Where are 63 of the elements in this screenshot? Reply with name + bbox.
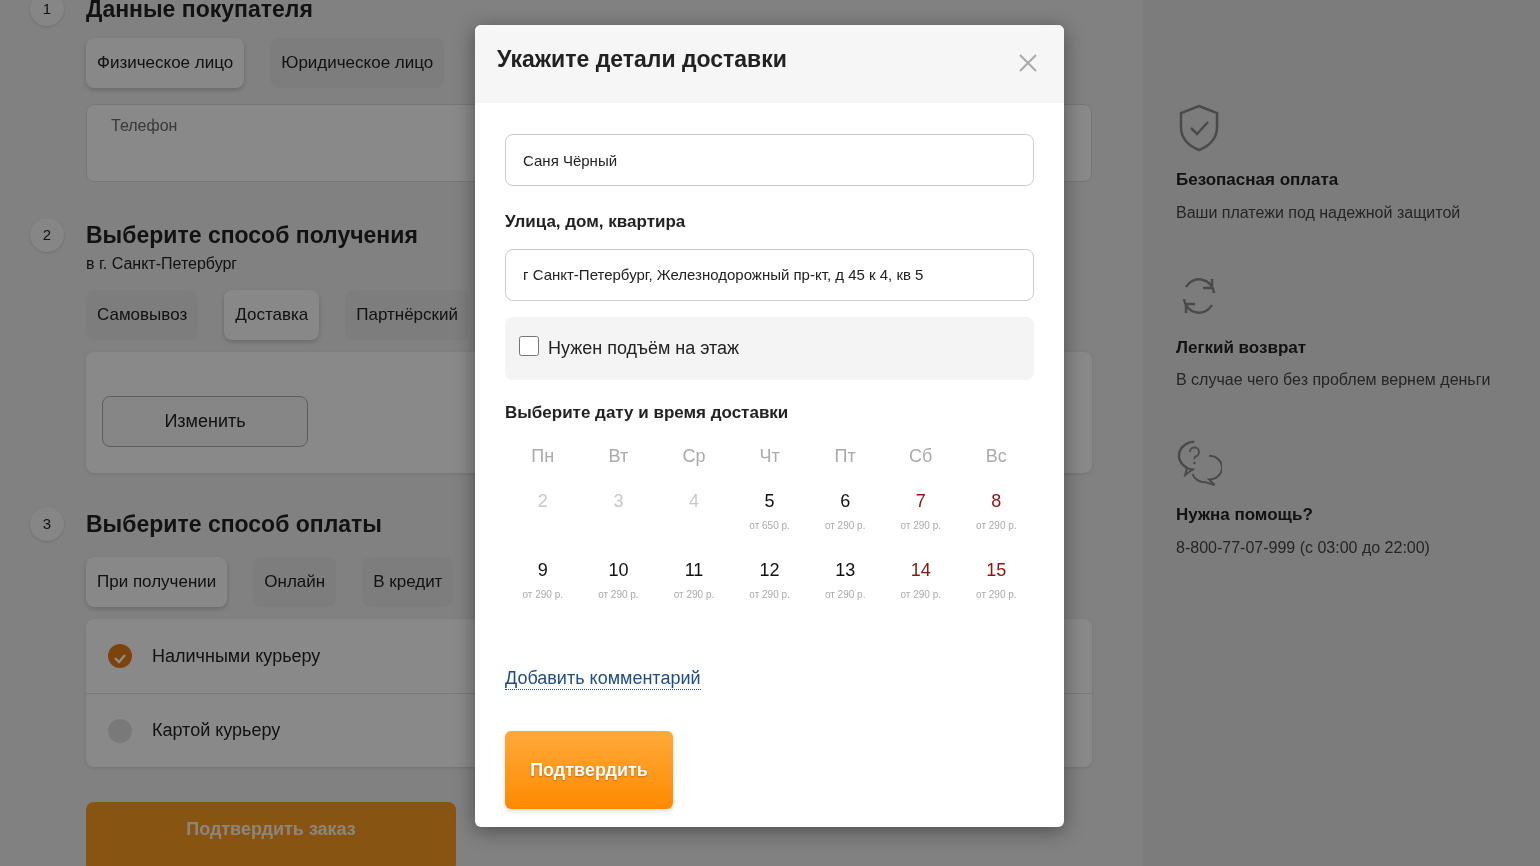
feature-title: Легкий возврат bbox=[1176, 336, 1308, 359]
add-comment-link[interactable]: Добавить комментарий bbox=[505, 668, 701, 690]
option-tab[interactable]: Партнёрский bbox=[345, 290, 469, 340]
step-subtitle: в г. Санкт-Петербург bbox=[86, 254, 238, 274]
weekday-label: Сб bbox=[909, 446, 933, 466]
day-price: от 290 р. bbox=[976, 519, 1017, 533]
option-tab[interactable]: Онлайн bbox=[253, 557, 337, 607]
checkbox-label: Нужен подъём на этаж bbox=[548, 336, 740, 360]
option-tab[interactable]: Доставка bbox=[224, 290, 320, 340]
option-tab[interactable]: Самовывоз bbox=[86, 290, 199, 340]
day-price: от 290 р. bbox=[900, 588, 941, 602]
calendar-day[interactable]: 11 bbox=[684, 559, 704, 581]
feature-text: 8-800-77-07-999 (с 03:00 до 22:00) bbox=[1176, 537, 1431, 558]
calendar-day[interactable]: 8 bbox=[991, 490, 1002, 512]
option-label: Наличными курьеру bbox=[152, 644, 321, 668]
option-tab[interactable]: Физическое лицо bbox=[86, 38, 245, 88]
calendar-day[interactable]: 9 bbox=[537, 559, 548, 581]
radio-button[interactable] bbox=[108, 644, 132, 668]
option-tab[interactable]: При получении bbox=[86, 557, 228, 607]
feature-text: Ваши платежи под надежной защитой bbox=[1176, 202, 1462, 223]
calendar-day[interactable]: 14 bbox=[910, 559, 931, 581]
weekday-label: Вс bbox=[985, 446, 1007, 466]
day-price: от 290 р. bbox=[976, 588, 1017, 602]
calendar-day[interactable]: 12 bbox=[759, 559, 780, 581]
feature-title: Безопасная оплата bbox=[1176, 169, 1340, 191]
option-tab[interactable]: Юридическое лицо bbox=[270, 38, 445, 88]
step-title: Выберите способ получения bbox=[86, 222, 418, 248]
day-price: от 290 р. bbox=[598, 588, 639, 602]
calendar-day[interactable]: 6 bbox=[840, 490, 851, 512]
weekday-label: Ср bbox=[682, 446, 706, 466]
address-field[interactable]: г Санкт-Петербург, Железнодорожный пр-кт, д 45 к 4, кв 5 bbox=[505, 248, 1034, 301]
feature-text: В случае чего без проблем вернем деньги bbox=[1176, 370, 1492, 390]
calendar-day[interactable]: 7 bbox=[915, 490, 926, 512]
checkbox[interactable] bbox=[519, 335, 539, 356]
calendar-title: Выберите дату и время доставки bbox=[505, 401, 790, 424]
dialog-title: Укажите детали доставки bbox=[497, 46, 787, 74]
change-button[interactable]: Изменить bbox=[102, 396, 308, 447]
day-price: от 290 р. bbox=[749, 588, 790, 602]
weekday-label: Чт bbox=[759, 446, 780, 466]
calendar-day[interactable]: 5 bbox=[764, 490, 775, 512]
day-price: от 290 р. bbox=[824, 588, 866, 602]
feature-title: Нужна помощь? bbox=[1176, 504, 1314, 526]
field-label: Улица, дом, квартира bbox=[505, 211, 687, 233]
calendar-day[interactable]: 15 bbox=[986, 559, 1007, 581]
step-number: 3 bbox=[30, 507, 64, 541]
name-field[interactable]: Саня Чёрный bbox=[505, 134, 1034, 186]
weekday-label: Вт bbox=[608, 446, 629, 466]
step-title: Данные покупателя bbox=[86, 0, 313, 22]
day-price: от 290 р. bbox=[673, 588, 715, 602]
weekday-label: Пт bbox=[834, 446, 856, 466]
calendar-day[interactable]: 10 bbox=[608, 559, 629, 581]
weekday-label: Пн bbox=[531, 446, 555, 466]
day-price: от 290 р. bbox=[522, 588, 564, 602]
day-price: от 650 р. bbox=[749, 519, 790, 533]
step-title: Выберите способ оплаты bbox=[86, 511, 382, 537]
day-price: от 290 р. bbox=[900, 519, 941, 533]
day-price: от 290 р. bbox=[824, 519, 866, 533]
step-number: 2 bbox=[30, 218, 64, 252]
calendar-day[interactable]: 13 bbox=[835, 559, 856, 581]
option-label: Картой курьеру bbox=[152, 719, 281, 742]
step-number: 1 bbox=[30, 0, 64, 26]
chat-question-icon bbox=[1176, 438, 1222, 488]
option-tab[interactable]: В кредит bbox=[362, 557, 454, 607]
